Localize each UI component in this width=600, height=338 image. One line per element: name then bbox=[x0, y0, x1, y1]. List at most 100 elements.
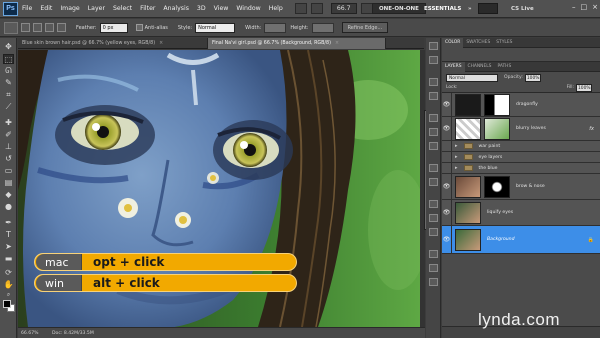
masks-panel-icon[interactable] bbox=[429, 92, 438, 100]
new-selection-icon[interactable] bbox=[21, 23, 30, 32]
expand-arrow-icon[interactable]: ▸ bbox=[455, 143, 458, 149]
move-tool-icon[interactable]: ✥ bbox=[3, 42, 14, 52]
menu-image[interactable]: Image bbox=[60, 5, 79, 12]
path-selection-tool-icon[interactable]: ➤ bbox=[3, 242, 14, 252]
layer-effects-icon[interactable]: fx bbox=[589, 126, 594, 132]
tab-styles[interactable]: STYLES bbox=[493, 38, 515, 48]
expand-arrow-icon[interactable]: ▸ bbox=[455, 154, 458, 160]
subtract-selection-icon[interactable] bbox=[45, 23, 54, 32]
menu-3d[interactable]: 3D bbox=[197, 5, 206, 12]
tab-final-navi-girl[interactable]: Final Na'vi girl.psd @ 66.7% (Background… bbox=[208, 38, 386, 49]
character-panel-icon[interactable] bbox=[429, 164, 438, 172]
tab-paths[interactable]: PATHS bbox=[494, 62, 514, 72]
hand-tool-icon[interactable] bbox=[360, 3, 373, 14]
mini-bridge-icon[interactable] bbox=[310, 3, 323, 14]
zoom-level-select[interactable]: 66.7 bbox=[330, 3, 357, 14]
adjustments-panel-icon[interactable] bbox=[429, 78, 438, 86]
cs-live-button[interactable]: CS Live bbox=[505, 3, 540, 14]
status-zoom[interactable]: 66.67% bbox=[18, 331, 46, 336]
tab-color[interactable]: COLOR bbox=[442, 37, 464, 48]
clone-source-panel-icon[interactable] bbox=[429, 142, 438, 150]
tool-preset-picker[interactable] bbox=[4, 21, 18, 34]
blur-tool-icon[interactable]: ◆ bbox=[3, 190, 14, 200]
3d-rotate-tool-icon[interactable]: ⟳ bbox=[3, 268, 14, 278]
menu-help[interactable]: Help bbox=[269, 5, 283, 12]
foreground-color-swatch[interactable] bbox=[3, 300, 11, 308]
paragraph-panel-icon[interactable] bbox=[429, 178, 438, 186]
minimize-icon[interactable]: – bbox=[572, 3, 576, 11]
layer-group-war-paint[interactable]: ▸ war paint bbox=[442, 141, 600, 152]
visibility-eye-icon[interactable]: 👁 bbox=[442, 174, 452, 199]
layer-group-eye-layers[interactable]: ▸ eye layers bbox=[442, 152, 600, 163]
menu-layer[interactable]: Layer bbox=[88, 5, 105, 12]
style-select[interactable]: Normal bbox=[195, 22, 236, 33]
history-panel-icon[interactable] bbox=[429, 42, 438, 50]
status-doc-size[interactable]: Doc: 8.42M/33.5M bbox=[46, 331, 94, 336]
blend-mode-select[interactable]: Normal bbox=[446, 73, 498, 82]
visibility-eye-icon[interactable] bbox=[442, 152, 452, 162]
workspace-more-chevron-icon[interactable]: » bbox=[462, 3, 478, 14]
add-to-selection-icon[interactable] bbox=[33, 23, 42, 32]
bridge-icon[interactable] bbox=[294, 3, 307, 14]
gradient-tool-icon[interactable]: ▤ bbox=[3, 178, 14, 188]
crop-tool-icon[interactable]: ⌗ bbox=[3, 90, 14, 100]
eraser-tool-icon[interactable]: ▭ bbox=[3, 166, 14, 176]
menu-filter[interactable]: Filter bbox=[140, 5, 155, 12]
tab-swatches[interactable]: SWATCHES bbox=[463, 38, 493, 48]
expand-arrow-icon[interactable]: ▸ bbox=[455, 165, 458, 171]
menu-select[interactable]: Select bbox=[113, 5, 132, 12]
hand-tool-icon[interactable]: ✋ bbox=[3, 280, 14, 290]
close-icon[interactable]: × bbox=[335, 41, 339, 46]
animation-panel-icon[interactable] bbox=[429, 264, 438, 272]
tab-blue-skin-brown-hair[interactable]: Blue skin brown hair.psd @ 66.7% (yellow… bbox=[18, 38, 208, 49]
clone-stamp-tool-icon[interactable]: ⊥ bbox=[3, 142, 14, 152]
layer-group-the-blue[interactable]: ▸ the blue bbox=[442, 163, 600, 174]
opacity-input[interactable]: 100% bbox=[524, 73, 541, 82]
layer-liquify-eyes[interactable]: 👁 liquify eyes bbox=[442, 200, 600, 226]
info-panel-icon[interactable] bbox=[429, 200, 438, 208]
layer-dragonfly[interactable]: 👁 dragonfly bbox=[442, 93, 600, 117]
maximize-icon[interactable]: □ bbox=[581, 3, 588, 11]
layer-brow-and-nose[interactable]: 👁 brow & nose bbox=[442, 174, 600, 200]
brush-presets-panel-icon[interactable] bbox=[429, 128, 438, 136]
layer-blurry-leaves[interactable]: 👁 blurry leaves fx bbox=[442, 117, 600, 141]
histogram-panel-icon[interactable] bbox=[429, 228, 438, 236]
3d-panel-icon[interactable] bbox=[429, 250, 438, 258]
close-icon[interactable]: × bbox=[159, 41, 163, 46]
brush-panel-icon[interactable] bbox=[429, 114, 438, 122]
dodge-tool-icon[interactable]: ● bbox=[3, 202, 14, 212]
menu-edit[interactable]: Edit bbox=[40, 5, 52, 12]
eyedropper-tool-icon[interactable]: ⟋ bbox=[3, 102, 14, 112]
close-icon[interactable]: × bbox=[592, 3, 598, 11]
width-input[interactable] bbox=[264, 22, 287, 33]
workspace-essentials[interactable]: ESSENTIALS bbox=[418, 3, 467, 14]
anti-alias-checkbox[interactable] bbox=[135, 24, 143, 31]
menu-file[interactable]: File bbox=[22, 5, 32, 12]
menu-view[interactable]: View bbox=[214, 5, 229, 12]
zoom-tool-icon[interactable]: ⌕ bbox=[3, 290, 14, 300]
brush-tool-icon[interactable]: ✐ bbox=[3, 130, 14, 140]
tab-layers[interactable]: LAYERS bbox=[442, 61, 465, 72]
pen-tool-icon[interactable]: ✒ bbox=[3, 218, 14, 228]
visibility-eye-icon[interactable] bbox=[442, 141, 452, 151]
layer-mask-thumbnail[interactable] bbox=[484, 175, 510, 198]
shape-tool-icon[interactable]: ▬ bbox=[3, 254, 14, 264]
search-field[interactable] bbox=[478, 3, 498, 14]
visibility-eye-icon[interactable]: 👁 bbox=[442, 93, 452, 116]
fill-input[interactable]: 100% bbox=[576, 83, 592, 92]
visibility-eye-icon[interactable]: 👁 bbox=[442, 117, 452, 140]
canvas-vertical-scrollbar[interactable] bbox=[420, 50, 427, 327]
tab-channels[interactable]: CHANNELS bbox=[465, 62, 495, 72]
actions-panel-icon[interactable] bbox=[429, 56, 438, 64]
lasso-tool-icon[interactable]: ᘏ bbox=[3, 66, 14, 76]
navigator-panel-icon[interactable] bbox=[429, 214, 438, 222]
height-input[interactable] bbox=[311, 22, 334, 33]
healing-brush-tool-icon[interactable]: ✚ bbox=[3, 118, 14, 128]
notes-panel-icon[interactable] bbox=[429, 278, 438, 286]
type-tool-icon[interactable]: T bbox=[3, 230, 14, 240]
visibility-eye-icon[interactable]: 👁 bbox=[442, 226, 452, 253]
history-brush-tool-icon[interactable]: ↺ bbox=[3, 154, 14, 164]
feather-input[interactable]: 0 px bbox=[99, 22, 128, 33]
intersect-selection-icon[interactable] bbox=[57, 23, 66, 32]
layer-mask-thumbnail[interactable] bbox=[484, 93, 510, 116]
